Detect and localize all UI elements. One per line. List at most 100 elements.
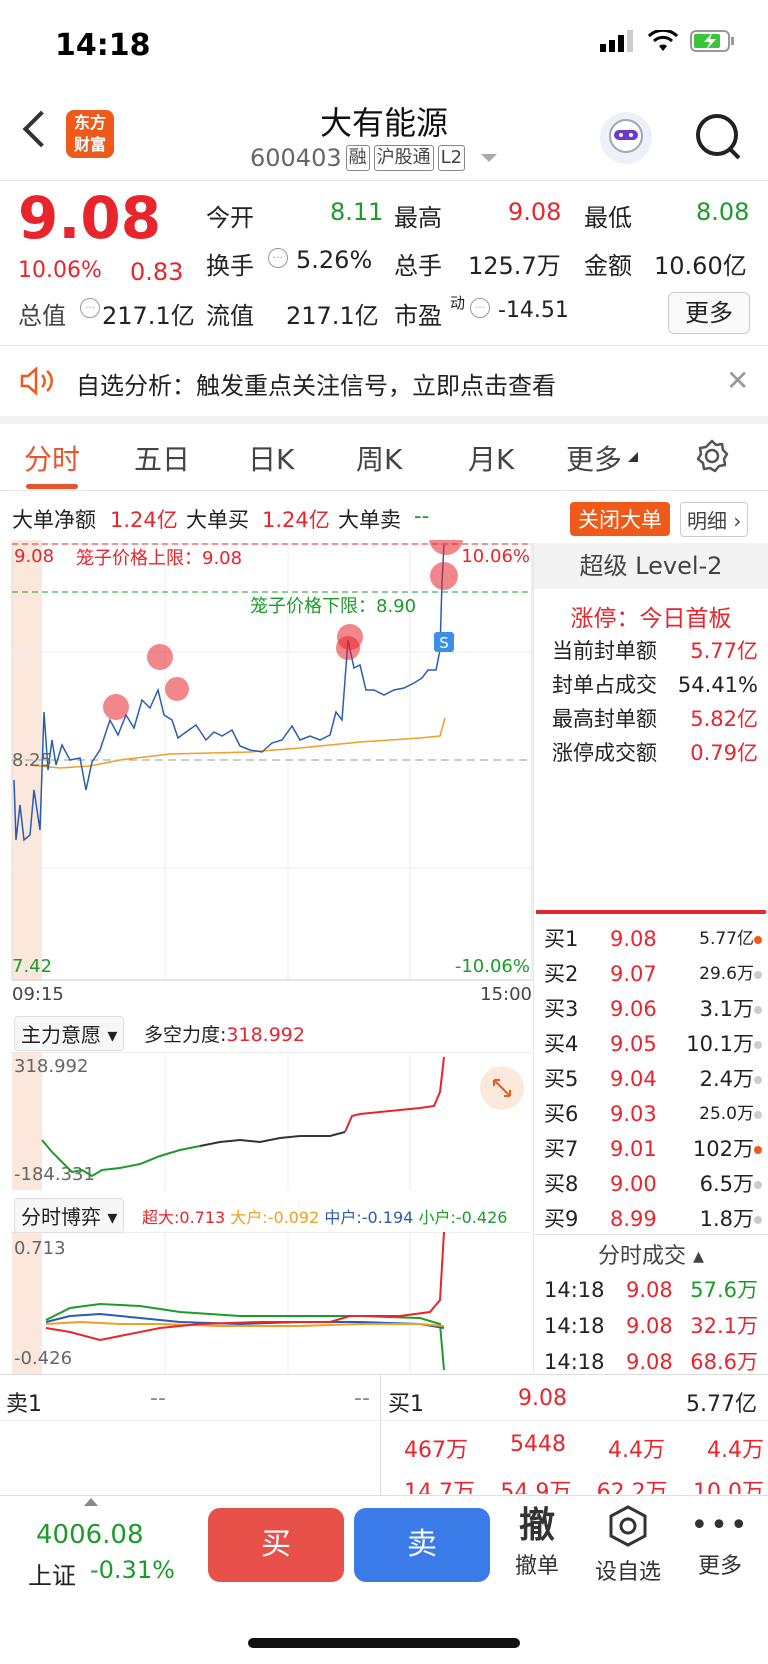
tab-5day[interactable]: 五日: [134, 438, 190, 478]
buy-button[interactable]: 买: [208, 1508, 344, 1582]
add-watchlist-button[interactable]: 设自选: [588, 1504, 668, 1586]
info-icon[interactable]: …: [470, 298, 490, 318]
more-button[interactable]: 更多: [668, 292, 750, 334]
tab-month-k[interactable]: 月K: [468, 438, 514, 478]
queue-row[interactable]: 467万 5448 4.4万 4.4万: [404, 1432, 764, 1464]
info-icon[interactable]: …: [268, 248, 288, 268]
sell-button[interactable]: 卖: [354, 1508, 490, 1582]
queue-sell-vol: --: [354, 1386, 370, 1411]
high-label: 最高: [394, 204, 442, 232]
tag-connect: 沪股通: [373, 145, 434, 171]
cage-upper-label: 笼子价格上限：9.08: [76, 548, 242, 569]
orderbook-row[interactable]: 买5 9.04 2.4万: [544, 1062, 764, 1096]
tab-day-k[interactable]: 日K: [248, 438, 294, 478]
chevron-down-icon: [481, 154, 498, 162]
orderbook-row[interactable]: 买8 9.00 6.5万: [544, 1167, 764, 1201]
status-bar: 14:18: [0, 0, 768, 90]
float-value: 217.1亿: [286, 302, 379, 330]
alert-banner[interactable]: 自选分析：触发重点关注信号，立即点击查看 ✕: [0, 346, 768, 424]
info-icon[interactable]: …: [80, 298, 100, 318]
orderbook-row[interactable]: 买4 9.05 10.1万: [544, 1027, 764, 1061]
volume-value: 125.7万: [468, 252, 561, 280]
tab-week-k[interactable]: 周K: [356, 438, 402, 478]
level2-title[interactable]: 超级 Level-2: [534, 543, 768, 589]
queue-row[interactable]: 14.7万 54.9万 62.2万 10.0万: [404, 1474, 764, 1494]
trades-list: 14:18 9.08 57.6万 14:18 9.08 32.1万 14:18 9.08 6…: [544, 1272, 758, 1380]
sell-label: 大单卖: [338, 508, 401, 532]
upper-pct-label: 10.06%: [461, 546, 530, 567]
signal-icon: [600, 30, 633, 52]
cancel-order-button[interactable]: 撤 撤单: [510, 1504, 564, 1580]
price-line: [13, 544, 445, 842]
indicator2-chart[interactable]: 0.713 -0.426: [0, 1232, 534, 1374]
close-icon[interactable]: ✕: [726, 364, 749, 397]
pe-value: -14.51: [498, 298, 569, 323]
net-label: 大单净额: [12, 508, 96, 532]
more-dots-icon: •••: [690, 1508, 750, 1543]
trades-title[interactable]: 分时成交 ▴: [534, 1238, 768, 1270]
orderbook-row[interactable]: 买2 9.07 29.6万: [544, 957, 764, 991]
mktcap-label: 总值: [18, 302, 66, 330]
turnover-value: 5.26%: [296, 246, 373, 274]
detail-button[interactable]: 明细 ›: [680, 502, 749, 537]
orderbook-row[interactable]: 买3 9.06 3.1万: [544, 992, 764, 1026]
signal-dot[interactable]: [430, 562, 458, 590]
volume-label: 总手: [394, 252, 442, 280]
indicator2-select[interactable]: 分时博弈 ▾: [14, 1198, 125, 1233]
intraday-chart[interactable]: S 9.08 10.06% 笼子价格上限：9.08 笼子价格下限：8.90 8.…: [0, 540, 534, 1000]
queue-buy-price: 9.08: [518, 1386, 567, 1411]
open-value: 8.11: [330, 198, 384, 226]
net-value: 1.24亿: [110, 508, 178, 532]
queue-sell-price: --: [150, 1386, 166, 1411]
signal-dot[interactable]: [336, 636, 360, 660]
search-icon[interactable]: [696, 114, 738, 156]
orderbook-row[interactable]: 买1 9.08 5.77亿: [544, 922, 764, 956]
limit-up-text: 涨停：今日首板: [570, 606, 732, 632]
signal-dot[interactable]: [147, 644, 173, 670]
pe-label: 市盈: [394, 302, 442, 330]
time-start-label: 09:15: [12, 984, 64, 1000]
signal-dot[interactable]: [103, 694, 129, 720]
chart-tabs: 分时 五日 日K 周K 月K 更多: [0, 424, 768, 491]
index-value[interactable]: 4006.08: [36, 1520, 144, 1550]
chevron-up-icon[interactable]: [84, 1498, 98, 1506]
tab-intraday[interactable]: 分时: [24, 438, 80, 478]
home-indicator: [248, 1638, 520, 1648]
signal-dot[interactable]: [165, 677, 189, 701]
big-order-row: 大单净额 1.24亿 大单买 1.24亿 大单卖 -- 关闭大单 明细 ›: [0, 496, 768, 540]
tag-l2: L2: [437, 145, 466, 171]
tab-more[interactable]: 更多: [566, 438, 622, 478]
bottom-bar: 4006.08 上证 -0.31% 买 卖 撤 撤单 设自选 ••• 更多: [0, 1495, 768, 1664]
more-menu-button[interactable]: ••• 更多: [690, 1504, 750, 1580]
signal-dot[interactable]: [429, 540, 463, 555]
queue-sell-label: 卖1: [6, 1392, 42, 1417]
orderbook-row[interactable]: 买9 8.99 1.8万: [544, 1202, 764, 1236]
quote-panel: 9.08 10.06% 0.83 今开 8.11 最高 9.08 最低 8.08…: [0, 180, 768, 346]
assistant-avatar-icon[interactable]: [600, 112, 652, 164]
stock-subline[interactable]: 600403 融 沪股通 L2: [250, 144, 498, 172]
close-big-order-button[interactable]: 关闭大单: [570, 502, 670, 536]
orderbook-row[interactable]: 买6 9.03 25.0万: [544, 1097, 764, 1131]
indicator1-select[interactable]: 主力意愿 ▾: [14, 1016, 125, 1051]
orderbook-row[interactable]: 买7 9.01 102万: [544, 1132, 764, 1166]
indicator1-chart[interactable]: 318.992 -184.331: [0, 1052, 534, 1190]
indicator2-readout: 超大:0.713 大户:-0.092 中户:-0.194 小户:-0.426: [142, 1208, 508, 1227]
queue-buy-label: 买1: [388, 1392, 424, 1417]
battery-icon: [690, 30, 734, 52]
index-name: 上证: [28, 1562, 76, 1590]
float-label: 流值: [206, 302, 254, 330]
open-label: 今开: [206, 204, 254, 232]
ind1-ymax: 318.992: [14, 1056, 88, 1077]
wifi-icon: [648, 30, 678, 51]
cancel-icon: 撤: [518, 1505, 555, 1546]
mktcap-value: 217.1亿: [102, 302, 195, 330]
gear-icon[interactable]: [694, 438, 730, 474]
time-end-label: 15:00: [480, 984, 532, 1000]
stock-code: 600403: [250, 144, 342, 172]
indicator1-readout: 多空力度:318.992: [144, 1024, 305, 1046]
ind1-ymin: -184.331: [14, 1164, 95, 1185]
amount-value: 10.60亿: [654, 252, 747, 280]
amount-label: 金额: [584, 252, 632, 280]
change-pct: 10.06%: [18, 258, 102, 283]
ind2-ymax: 0.713: [14, 1238, 66, 1259]
